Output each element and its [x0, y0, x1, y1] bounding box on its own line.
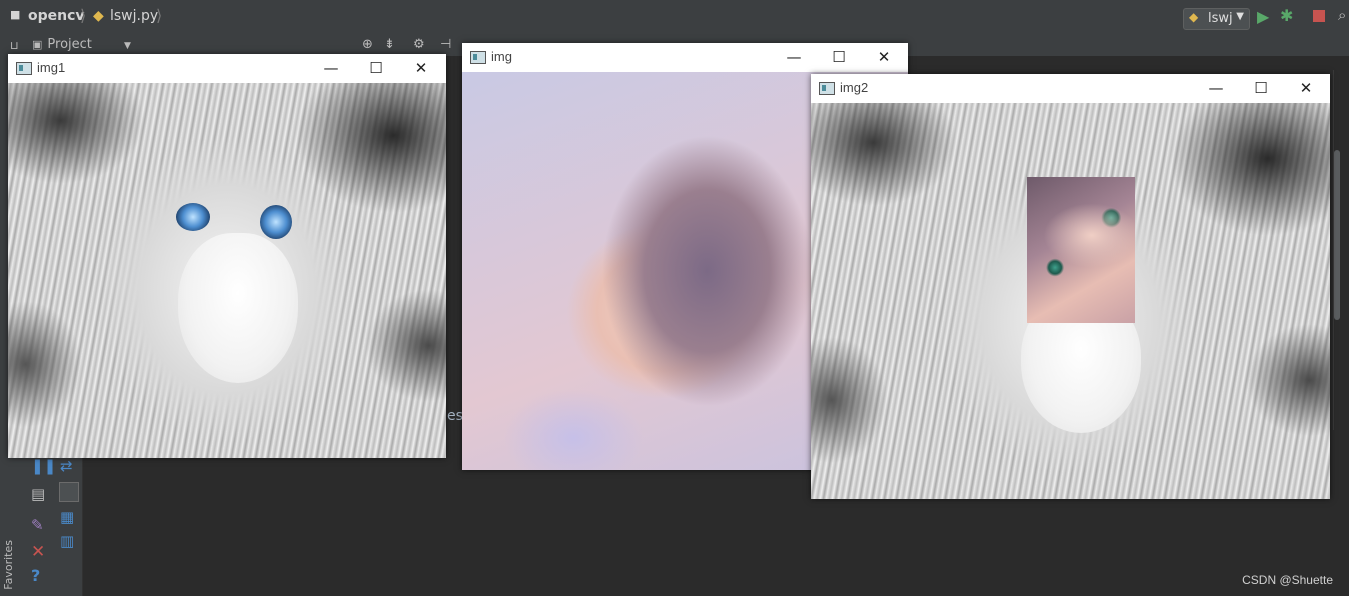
- chevron-down-icon: ▼: [124, 41, 131, 51]
- window-title: img1: [37, 60, 66, 75]
- locate-icon[interactable]: ⊕: [362, 37, 373, 52]
- print-icon[interactable]: ▦: [60, 508, 74, 526]
- rerun-icon[interactable]: ⇄: [60, 457, 73, 475]
- maximize-button[interactable]: ☐: [361, 57, 391, 79]
- close-icon[interactable]: ✕: [31, 542, 45, 562]
- structure-icon[interactable]: ⊔: [10, 39, 19, 52]
- window-title-bar[interactable]: img1 — ☐ ✕: [8, 54, 446, 83]
- trash-icon[interactable]: ▥: [60, 532, 74, 550]
- folder-icon: ▣: [32, 38, 43, 51]
- breadcrumb-file[interactable]: lswj.py: [110, 8, 158, 24]
- python-icon: ◆: [1189, 10, 1199, 24]
- run-icon[interactable]: ▶: [1257, 7, 1269, 26]
- run-configuration-label: lswj: [1208, 11, 1233, 26]
- debug-icon[interactable]: ✱: [1280, 6, 1293, 25]
- help-icon[interactable]: ?: [31, 566, 40, 585]
- cv-window-img1[interactable]: img1 — ☐ ✕: [8, 54, 446, 458]
- chevron-down-icon: ▼: [1236, 11, 1244, 22]
- collapse-icon[interactable]: ⇟: [384, 37, 395, 52]
- composited-image: [811, 103, 1330, 499]
- maximize-button[interactable]: ☐: [824, 46, 854, 68]
- project-panel-tab[interactable]: ▣ Project ▼: [32, 37, 131, 52]
- maximize-button[interactable]: ☐: [1246, 77, 1276, 99]
- minimize-button[interactable]: —: [1201, 77, 1231, 99]
- close-button[interactable]: ✕: [869, 46, 899, 68]
- ide-title-bar: ■ opencv ⟩ ◆ lswj.py ⟩ ◆ lswj ▼ ▶ ✱ ⌕: [0, 0, 1349, 37]
- pasted-color-roi: [1027, 177, 1135, 323]
- pin-icon[interactable]: ✎: [31, 516, 44, 534]
- window-app-icon: [470, 51, 486, 64]
- project-icon: ■: [10, 8, 21, 21]
- minimize-button[interactable]: —: [779, 46, 809, 68]
- window-title: img2: [840, 80, 869, 95]
- gear-icon[interactable]: ⚙: [413, 37, 425, 52]
- close-button[interactable]: ✕: [406, 57, 436, 79]
- settings-panel-icon[interactable]: [59, 482, 79, 502]
- window-title-bar[interactable]: img2 — ☐ ✕: [811, 74, 1330, 103]
- minimize-button[interactable]: —: [316, 57, 346, 79]
- hide-icon[interactable]: ⊣: [440, 37, 451, 52]
- window-app-icon: [16, 62, 32, 75]
- watermark: CSDN @Shuette: [1242, 573, 1333, 587]
- layout-icon[interactable]: ▤: [31, 485, 45, 503]
- cv-window-img2[interactable]: img2 — ☐ ✕: [811, 74, 1330, 499]
- breadcrumb-separator: ⟩: [80, 6, 87, 25]
- left-eye: [176, 203, 210, 231]
- grayscale-image: [8, 83, 446, 458]
- breadcrumb-separator: ⟩: [156, 6, 163, 25]
- face-region: [178, 233, 298, 383]
- stop-icon[interactable]: [1313, 10, 1325, 22]
- scrollbar-thumb[interactable]: [1334, 150, 1340, 320]
- python-file-icon: ◆: [93, 8, 104, 24]
- run-tool-strip: ❚❚ ⇄ ▤ ✎ ▦ ✕ ▥ ?: [26, 440, 83, 596]
- window-title-bar[interactable]: img — ☐ ✕: [462, 43, 908, 72]
- window-app-icon: [819, 82, 835, 95]
- favorites-tab[interactable]: Favorites: [2, 540, 15, 590]
- breadcrumb-project[interactable]: opencv: [28, 8, 85, 24]
- run-configuration-dropdown[interactable]: ◆ lswj ▼: [1183, 8, 1250, 30]
- close-button[interactable]: ✕: [1291, 77, 1321, 99]
- window-title: img: [491, 49, 512, 64]
- pause-icon[interactable]: ❚❚: [31, 457, 56, 475]
- right-eye: [260, 205, 292, 239]
- search-icon[interactable]: ⌕: [1338, 6, 1346, 24]
